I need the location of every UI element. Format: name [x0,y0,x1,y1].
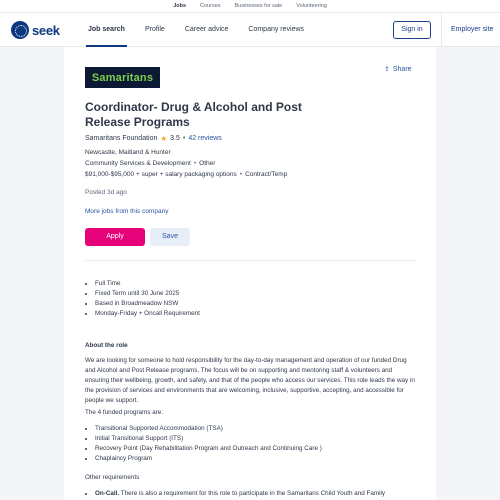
job-details-card: Samaritans ⇪ Share Coordinator- Drug & A… [64,47,436,500]
topstrip-link-jobs[interactable]: Jobs [173,3,186,9]
share-icon: ⇪ [384,66,390,73]
star-icon: ★ [160,134,168,143]
apply-button[interactable]: Apply [85,228,145,246]
nav-divider [441,13,442,47]
job-location: Newcastle, Maitland & Hunter [85,149,171,156]
funded-heading: The 4 funded programs are: [85,409,164,416]
posted-date: Posted 3d ago [85,189,127,196]
about-text: We are looking for someone to hold respo… [85,357,415,404]
list-item: Initial Transitional Support (ITS) [95,434,322,444]
job-title: Coordinator- Drug & Alcohol and Post Rel… [85,100,302,129]
company-logo-text: Samaritans [91,71,154,84]
list-item: Based in Broadmeadow NSW [95,299,200,309]
separator-dot: • [193,160,197,167]
nav-career-advice[interactable]: Career advice [175,13,239,47]
location-text: Newcastle, Maitland & Hunter [85,149,171,156]
share-button[interactable]: ⇪ Share [384,65,412,74]
job-salary-worktype: $91,000-$95,000 + super + salary packagi… [85,171,287,178]
main-nav: seek Job search Profile Career advice Co… [0,13,500,47]
work-type-text: Contract/Temp [245,171,288,178]
list-item: Monday-Friday + Oncall Requirement [95,309,200,319]
company-logo: Samaritans [85,67,160,88]
advertiser-name[interactable]: Samaritans Foundation [85,135,157,142]
nav-profile[interactable]: Profile [135,13,175,47]
list-item: Fixed Term until 30 June 2025 [95,289,200,299]
separator-dot: • [239,171,243,178]
nav-job-search[interactable]: Job search [78,13,135,47]
subclassification-text: Other [199,160,216,167]
oncall-label: On-Call. [95,490,120,497]
topstrip-link-businesses[interactable]: Businesses for sale [235,3,283,9]
classification-text: Community Services & Development [85,160,191,167]
programs-list: Transitional Supported Accommodation (TS… [85,424,322,464]
nav-company-reviews[interactable]: Company reviews [238,13,314,47]
nav-links: Job search Profile Career advice Company… [78,13,314,47]
employer-site-link[interactable]: Employer site [451,13,493,47]
highlights-list: Full Time Fixed Term until 30 June 2025 … [85,279,200,319]
share-label: Share [392,65,412,73]
list-item: Transitional Supported Accommodation (TS… [95,424,322,434]
job-classification: Community Services & Development • Other [85,160,215,167]
about-heading: About the role [85,342,128,349]
reviews-link[interactable]: 42 reviews [188,135,221,142]
topstrip-link-courses[interactable]: Courses [200,3,220,9]
seek-logo-icon [11,21,29,39]
rating-value: 3.5 [170,135,180,142]
salary-text: $91,000-$95,000 + super + salary packagi… [85,171,237,178]
list-item: On-Call. There is also a requirement for… [95,489,416,499]
more-jobs-link[interactable]: More jobs from this company [85,208,168,215]
topstrip-link-volunteering[interactable]: Volunteering [296,3,327,9]
save-button[interactable]: Save [150,228,190,246]
other-requirements-heading: Other requirements [85,474,140,481]
divider [85,260,416,261]
seek-logo[interactable]: seek [11,21,60,39]
sign-in-button[interactable]: Sign in [393,21,431,39]
other-requirements-list: On-Call. There is also a requirement for… [85,489,416,499]
advertiser-row: Samaritans Foundation ★ 3.5 • 42 reviews [85,134,222,143]
oncall-text: There is also a requirement for this rol… [119,490,386,497]
separator-dot: • [182,135,186,142]
list-item: Full Time [95,279,200,289]
top-strip: Jobs Courses Businesses for sale Volunte… [0,0,500,13]
list-item: Recovery Point (Day Rehabilitation Progr… [95,444,322,454]
seek-logo-text: seek [32,22,60,38]
list-item: Chaplaincy Program [95,454,322,464]
